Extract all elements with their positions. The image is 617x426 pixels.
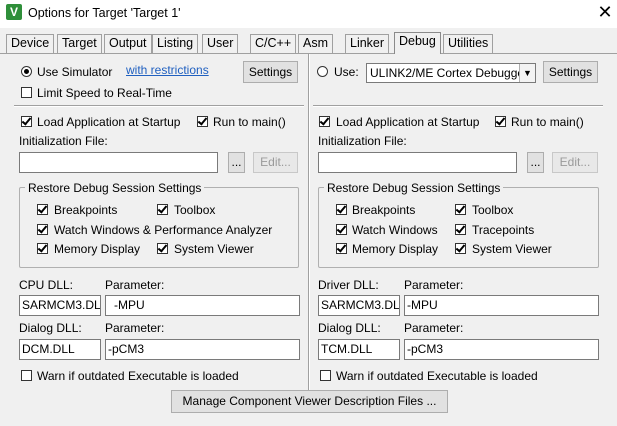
left-browse-button[interactable]: ... [228, 152, 245, 173]
close-icon[interactable]: ✕ [596, 1, 614, 23]
tab-asm[interactable]: Asm [298, 34, 333, 53]
with-restrictions-link[interactable]: with restrictions [126, 63, 209, 77]
tab-utilities[interactable]: Utilities [443, 34, 494, 53]
left-dialog-dll-input[interactable]: DCM.DLL [19, 339, 101, 360]
right-load-app-checkbox[interactable] [319, 116, 330, 127]
left-run-to-main-checkbox[interactable] [197, 116, 208, 127]
left-memory-display-checkbox[interactable] [37, 243, 48, 254]
left-system-viewer-checkbox[interactable] [157, 243, 168, 254]
right-dialog-param-label: Parameter: [404, 321, 464, 335]
right-dialog-dll-label: Dialog DLL: [318, 321, 381, 335]
right-watch-windows-checkbox[interactable] [336, 224, 347, 235]
left-init-file-label: Initialization File: [19, 134, 108, 148]
cpu-param-label: Parameter: [105, 278, 165, 292]
left-dialog-param-input[interactable]: -pCM3 [105, 339, 300, 360]
cpu-dll-input[interactable]: SARMCM3.DLL [19, 295, 101, 316]
right-memory-display-label: Memory Display [352, 242, 439, 256]
driver-param-input[interactable]: -MPU [404, 295, 599, 316]
tab-target[interactable]: Target [57, 34, 102, 53]
right-memory-display-checkbox[interactable] [336, 243, 347, 254]
use-simulator-label: Use Simulator [37, 65, 113, 79]
left-toolbox-checkbox[interactable] [157, 204, 168, 215]
limit-speed-label: Limit Speed to Real-Time [37, 86, 172, 100]
left-breakpoints-checkbox[interactable] [37, 204, 48, 215]
right-init-file-label: Initialization File: [318, 134, 407, 148]
tab-c-cpp[interactable]: C/C++ [250, 34, 297, 53]
right-system-viewer-checkbox[interactable] [455, 243, 466, 254]
left-init-file-input[interactable] [19, 152, 218, 173]
window-title: Options for Target 'Target 1' [28, 6, 181, 20]
right-breakpoints-label: Breakpoints [352, 203, 416, 217]
left-run-to-main-label: Run to main() [213, 115, 286, 129]
right-tracepoints-label: Tracepoints [472, 223, 535, 237]
right-system-viewer-label: System Viewer [472, 242, 552, 256]
right-watch-windows-label: Watch Windows [352, 223, 438, 237]
right-run-to-main-label: Run to main() [511, 115, 584, 129]
right-load-app-label: Load Application at Startup [336, 115, 480, 129]
right-edit-button[interactable]: Edit... [552, 152, 598, 173]
driver-param-label: Parameter: [404, 278, 464, 292]
driver-dll-label: Driver DLL: [318, 278, 379, 292]
left-edit-button[interactable]: Edit... [253, 152, 298, 173]
right-browse-button[interactable]: ... [527, 152, 544, 173]
use-debugger-radio[interactable] [317, 66, 328, 77]
tab-listing[interactable]: Listing [152, 34, 199, 53]
use-label: Use: [334, 65, 359, 79]
left-dialog-param-label: Parameter: [105, 321, 165, 335]
tab-linker[interactable]: Linker [345, 34, 390, 53]
left-warn-checkbox[interactable] [21, 370, 32, 381]
app-logo-icon: V [6, 4, 22, 20]
right-restore-title: Restore Debug Session Settings [324, 181, 504, 195]
right-breakpoints-checkbox[interactable] [336, 204, 347, 215]
cpu-param-input[interactable]: -MPU [105, 295, 300, 316]
left-load-app-label: Load Application at Startup [37, 115, 181, 129]
right-dialog-dll-input[interactable]: TCM.DLL [318, 339, 400, 360]
tab-user[interactable]: User [202, 34, 239, 53]
right-toolbox-label: Toolbox [472, 203, 514, 217]
right-init-file-input[interactable] [318, 152, 517, 173]
left-breakpoints-label: Breakpoints [54, 203, 118, 217]
simulator-settings-button[interactable]: Settings [243, 61, 298, 83]
left-restore-title: Restore Debug Session Settings [25, 181, 205, 195]
chevron-down-icon: ▼ [519, 64, 535, 82]
debugger-select-value: ULINK2/ME Cortex Debugger [370, 66, 529, 80]
left-load-app-checkbox[interactable] [21, 116, 32, 127]
use-simulator-radio[interactable] [21, 66, 32, 77]
left-watch-windows-checkbox[interactable] [37, 224, 48, 235]
left-watch-windows-label: Watch Windows & Performance Analyzer [54, 223, 273, 237]
driver-dll-input[interactable]: SARMCM3.DLL [318, 295, 400, 316]
right-warn-label: Warn if outdated Executable is loaded [336, 369, 538, 383]
tab-debug[interactable]: Debug [394, 32, 441, 54]
debugger-select[interactable]: ULINK2/ME Cortex Debugger ▼ [366, 63, 536, 83]
left-toolbox-label: Toolbox [174, 203, 216, 217]
debugger-settings-button[interactable]: Settings [543, 61, 598, 83]
left-system-viewer-label: System Viewer [174, 242, 254, 256]
right-run-to-main-checkbox[interactable] [495, 116, 506, 127]
tab-output[interactable]: Output [104, 34, 152, 53]
cpu-dll-label: CPU DLL: [19, 278, 74, 292]
left-warn-label: Warn if outdated Executable is loaded [37, 369, 239, 383]
panel-divider-highlight [309, 54, 310, 410]
left-dialog-dll-label: Dialog DLL: [19, 321, 82, 335]
right-dialog-param-input[interactable]: -pCM3 [404, 339, 599, 360]
right-toolbox-checkbox[interactable] [455, 204, 466, 215]
right-warn-checkbox[interactable] [320, 370, 331, 381]
tab-device[interactable]: Device [6, 34, 55, 53]
limit-speed-checkbox[interactable] [21, 87, 32, 98]
right-tracepoints-checkbox[interactable] [455, 224, 466, 235]
left-memory-display-label: Memory Display [54, 242, 141, 256]
manage-component-viewer-button[interactable]: Manage Component Viewer Description File… [171, 390, 448, 413]
